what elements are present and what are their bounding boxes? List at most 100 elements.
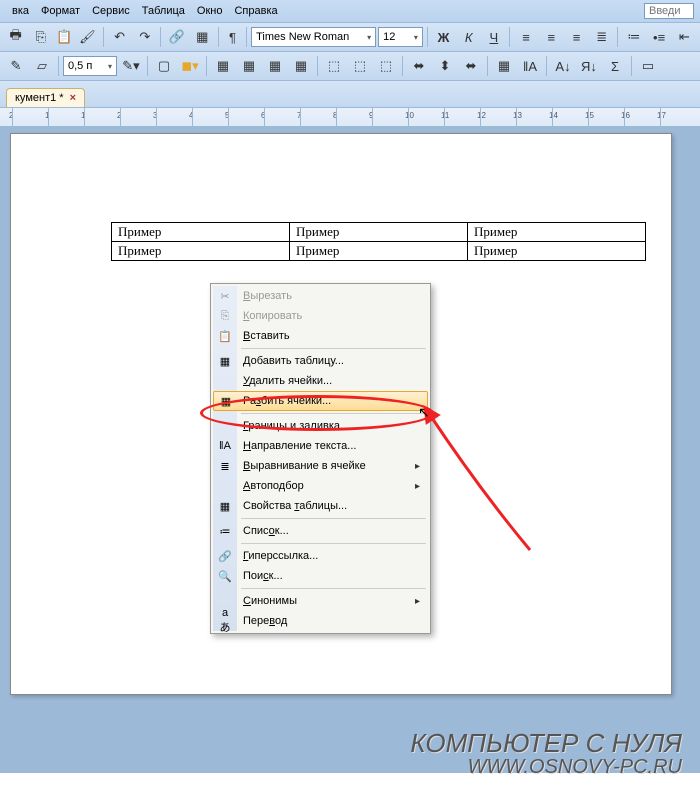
table-cell[interactable]: Пример (112, 242, 290, 261)
pencil-button[interactable]: ✎ (4, 54, 28, 78)
insert-cols-button[interactable]: ▦ (263, 54, 287, 78)
table-cell[interactable]: Пример (112, 223, 290, 242)
table-row[interactable]: Пример Пример Пример (112, 223, 646, 242)
menu-item-tools[interactable]: Сервис (86, 3, 136, 19)
border-button[interactable]: ▢ (152, 54, 176, 78)
menu-item-window[interactable]: Окно (191, 3, 229, 19)
pen-color-button[interactable]: ✎▾ (119, 54, 143, 78)
sort-asc-button[interactable]: A↓ (551, 54, 575, 78)
mouse-cursor-icon: ↖ (418, 404, 430, 421)
split-cells-button[interactable]: ⬚ (348, 54, 372, 78)
context-menu-item[interactable]: ▦Свойства таблицы... (213, 496, 428, 516)
table-row[interactable]: Пример Пример Пример (112, 242, 646, 261)
chevron-down-icon: ▾ (414, 33, 418, 42)
submenu-arrow-icon: ▸ (415, 481, 420, 492)
numbered-list-button[interactable]: ≔ (622, 25, 645, 49)
document-tab-label: кумент1 * (15, 92, 64, 104)
delete-cells-button[interactable]: ▦ (289, 54, 313, 78)
menu-item-table[interactable]: Таблица (136, 3, 191, 19)
menu-item-icon: aあ (217, 607, 233, 635)
insert-rows-button[interactable]: ▦ (237, 54, 261, 78)
context-menu-item-label: Гиперссылка... (243, 550, 318, 562)
context-menu-item[interactable]: 📋 Вставить (213, 326, 428, 346)
decrease-indent-button[interactable]: ⇤ (673, 25, 696, 49)
table-cell[interactable]: Пример (290, 223, 468, 242)
hyperlink-button[interactable]: 🔗 (165, 25, 188, 49)
paste-button[interactable]: 📋 (54, 25, 73, 49)
submenu-arrow-icon: ▸ (415, 461, 420, 472)
menu-item-icon: ⎘ (217, 310, 233, 323)
context-menu-item[interactable]: ▦Разбить ячейки... (213, 391, 428, 411)
menu-item-icon: ≣ (217, 460, 233, 473)
cell-align-button[interactable]: ▦ (492, 54, 516, 78)
context-menu-item[interactable]: ≣ Выравнивание в ячейке ▸ (213, 456, 428, 476)
italic-button[interactable]: К (457, 25, 480, 49)
table-button[interactable]: ▦ (191, 25, 214, 49)
context-menu-item-label: Добавить таблицу... (243, 355, 344, 367)
text-direction-button[interactable]: ‖A (518, 54, 542, 78)
horizontal-ruler[interactable]: 211234567891011121314151617 (0, 108, 700, 127)
distribute-cols-button[interactable]: ⬌ (459, 54, 483, 78)
help-search-input[interactable] (644, 3, 694, 19)
eraser-button[interactable]: ▱ (30, 54, 54, 78)
line-weight-select[interactable]: 0,5 п▾ (63, 56, 117, 76)
menu-item-icon: 📋 (217, 330, 233, 343)
context-menu-item[interactable]: ‖АНаправление текста... (213, 436, 428, 456)
caption-button[interactable]: ▭ (636, 54, 660, 78)
align-right-button[interactable]: ≡ (565, 25, 588, 49)
font-family-select[interactable]: Times New Roman▾ (251, 27, 376, 47)
justify-button[interactable]: ≣ (590, 25, 613, 49)
format-paint-button[interactable]: 🖌 (76, 25, 99, 49)
fill-color-button[interactable]: ◼▾ (178, 54, 202, 78)
font-size-select[interactable]: 12▾ (378, 27, 423, 47)
menu-separator (241, 518, 426, 519)
align-center-button[interactable]: ≡ (540, 25, 563, 49)
menu-item-insert[interactable]: вка (6, 3, 35, 19)
print-button[interactable]: 🖶 (4, 25, 27, 49)
context-menu-item-label: Вырезать (243, 290, 292, 302)
context-menu-item-label: Вставить (243, 330, 290, 342)
tab-close-icon[interactable]: × (70, 92, 76, 104)
watermark: КОМПЬЮТЕР С НУЛЯ WWW.OSNOVY-PC.RU (410, 730, 682, 778)
context-menu-item[interactable]: Удалить ячейки... (213, 371, 428, 391)
bullet-list-button[interactable]: •≡ (648, 25, 671, 49)
context-menu-item-label: Синонимы (243, 595, 297, 607)
document-tab[interactable]: кумент1 * × (6, 88, 85, 107)
context-menu-item-label: Список... (243, 525, 289, 537)
context-menu-item[interactable]: Границы и заливка... (213, 416, 428, 436)
menu-separator (241, 348, 426, 349)
context-menu-item-label: Выравнивание в ячейке (243, 460, 366, 472)
split-table-button[interactable]: ⬚ (374, 54, 398, 78)
context-menu-item-label: Автоподбор (243, 480, 304, 492)
show-marks-button[interactable]: ¶ (223, 25, 242, 49)
insert-table-button[interactable]: ▦ (211, 54, 235, 78)
bold-button[interactable]: Ж (432, 25, 455, 49)
table-cell[interactable]: Пример (468, 223, 646, 242)
merge-cells-button[interactable]: ⬚ (322, 54, 346, 78)
menu-item-format[interactable]: Формат (35, 3, 86, 19)
undo-button[interactable]: ↶ (108, 25, 131, 49)
context-menu-item[interactable]: aあПеревод (213, 611, 428, 631)
context-menu-item-label: Поиск... (243, 570, 283, 582)
context-menu-item[interactable]: ▦Добавить таблицу... (213, 351, 428, 371)
copy-button[interactable]: ⎘ (29, 25, 52, 49)
context-menu-item[interactable]: 🔍Поиск... (213, 566, 428, 586)
distribute-rows-button[interactable]: ⬍ (433, 54, 457, 78)
sort-desc-button[interactable]: Я↓ (577, 54, 601, 78)
document-table[interactable]: Пример Пример Пример Пример Пример Приме… (111, 222, 646, 261)
menu-item-help[interactable]: Справка (228, 3, 283, 19)
align-left-button[interactable]: ≡ (514, 25, 537, 49)
context-menu-item[interactable]: 🔗Гиперссылка... (213, 546, 428, 566)
redo-button[interactable]: ↷ (133, 25, 156, 49)
context-menu-item[interactable]: ≔ Список... (213, 521, 428, 541)
menu-item-icon: ≔ (217, 525, 233, 538)
context-menu-item-label: Свойства таблицы... (243, 500, 347, 512)
table-cell[interactable]: Пример (468, 242, 646, 261)
underline-button[interactable]: Ч (482, 25, 505, 49)
context-menu-item[interactable]: Автоподбор ▸ (213, 476, 428, 496)
formula-button[interactable]: Σ (603, 54, 627, 78)
autofit-button[interactable]: ⬌ (407, 54, 431, 78)
table-cell[interactable]: Пример (290, 242, 468, 261)
context-menu-item[interactable]: Синонимы▸ (213, 591, 428, 611)
document-tabstrip: кумент1 * × (0, 81, 700, 108)
